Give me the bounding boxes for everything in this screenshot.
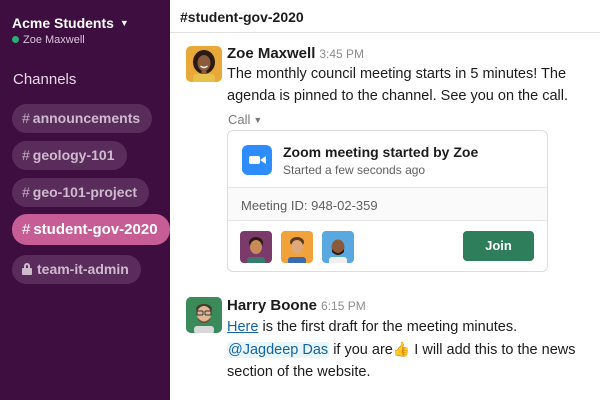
workspace-switcher[interactable]: Acme Students ▼	[12, 15, 129, 31]
message-text: The monthly council meeting starts in 5 …	[227, 66, 569, 104]
participant-avatar[interactable]	[281, 231, 313, 263]
hash-icon: #	[22, 147, 30, 163]
avatar[interactable]	[186, 297, 222, 333]
participant-avatar[interactable]	[322, 231, 354, 263]
sidebar-item-announcements[interactable]: # announcements	[12, 104, 153, 133]
message-timestamp[interactable]: 6:15 PM	[321, 299, 366, 313]
chevron-down-icon: ▼	[253, 115, 263, 125]
channel-header[interactable]: #student-gov-2020	[170, 0, 600, 33]
sidebar-item-label: announcements	[32, 110, 141, 126]
call-label[interactable]: Call ▼	[228, 112, 262, 127]
call-title: Zoom meeting started by Zoe	[283, 144, 479, 160]
sidebar-item-label: geology-101	[32, 147, 115, 163]
call-subtitle: Started a few seconds ago	[283, 163, 426, 177]
message-text: Here is the first draft for the meeting …	[227, 316, 587, 383]
call-label-text: Call	[228, 112, 251, 127]
sidebar: Acme Students ▼ Zoe Maxwell Channels # ann…	[0, 0, 170, 400]
lock-icon	[22, 263, 32, 275]
sidebar-item-label: geo-101-project	[32, 184, 138, 200]
avatar[interactable]	[186, 46, 222, 82]
participant-avatar[interactable]	[240, 231, 272, 263]
current-user[interactable]: Zoe Maxwell	[12, 34, 85, 46]
call-meeting-info: Meeting ID: 948-02-359	[228, 187, 547, 221]
presence-dot-icon	[12, 36, 19, 43]
hash-icon: #	[22, 110, 30, 126]
chevron-down-icon: ▼	[119, 18, 129, 28]
message-timestamp[interactable]: 3:45 PM	[319, 47, 364, 61]
call-card: Zoom meeting started by Zoe Started a fe…	[227, 130, 548, 272]
user-mention[interactable]: @Jagdeep Das	[227, 342, 330, 358]
author-name[interactable]: Harry Boone	[227, 297, 317, 314]
workspace-name: Acme Students	[12, 15, 114, 31]
sidebar-item-team-it-admin[interactable]: team-it-admin	[12, 255, 141, 284]
zoom-video-icon	[242, 145, 272, 175]
hash-icon: #	[22, 184, 30, 200]
call-card-header: Zoom meeting started by Zoe Started a fe…	[228, 131, 547, 187]
sidebar-item-label: student-gov-2020	[33, 221, 158, 238]
message-author[interactable]: Zoe Maxwell 3:45 PM	[227, 45, 364, 62]
author-name[interactable]: Zoe Maxwell	[227, 45, 315, 62]
message-author[interactable]: Harry Boone 6:15 PM	[227, 297, 366, 314]
message-link[interactable]: Here	[227, 319, 258, 335]
sidebar-item-label: team-it-admin	[37, 261, 129, 277]
sidebar-item-student-gov-2020[interactable]: # student-gov-2020	[12, 214, 170, 245]
sidebar-item-geology-101[interactable]: # geology-101	[12, 141, 127, 170]
message-pane: #student-gov-2020 Zoe Maxwell 3:45 PM The…	[170, 0, 600, 400]
current-user-name: Zoe Maxwell	[23, 34, 85, 46]
meeting-id: Meeting ID: 948-02-359	[241, 198, 378, 213]
thumbs-up-emoji-icon: 👍	[392, 341, 411, 357]
sidebar-item-geo-101-project[interactable]: # geo-101-project	[12, 178, 150, 207]
join-call-button[interactable]: Join	[463, 231, 534, 261]
message-text-segment: if you are	[329, 342, 393, 358]
message-text-segment: is the first draft for the meeting minut…	[258, 319, 518, 335]
hash-icon: #	[22, 221, 31, 238]
call-participants-row: Join	[228, 221, 547, 271]
channels-heading[interactable]: Channels	[13, 71, 76, 88]
